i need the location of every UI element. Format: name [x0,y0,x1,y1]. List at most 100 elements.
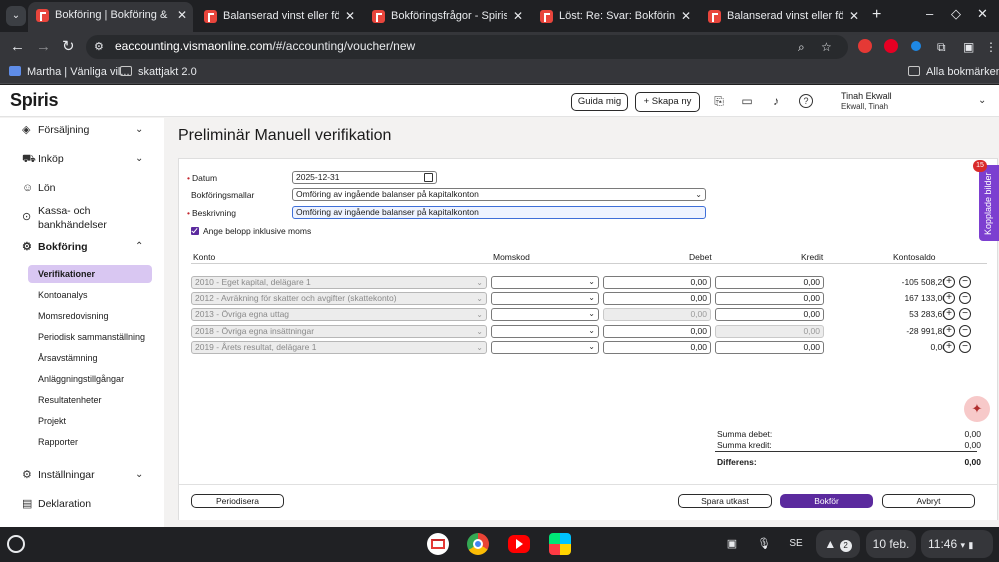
back-icon[interactable]: ← [10,38,25,56]
sidebar-sub-verifikationer[interactable]: Verifikationer [28,265,152,283]
chat-icon[interactable]: ▭ [740,94,754,108]
datum-input[interactable]: 2025-12-31 [292,171,437,184]
remove-row-icon[interactable]: − [959,276,971,288]
sidebar-sub-rapporter[interactable]: Rapporter [28,433,152,451]
add-row-icon[interactable]: + [943,276,955,288]
remove-row-icon[interactable]: − [959,308,971,320]
kredit-input[interactable]: 0,00 [715,276,824,289]
close-tab-icon[interactable]: ✕ [681,4,691,28]
momskod-select[interactable]: ⌄ [491,325,599,338]
add-row-icon[interactable]: + [943,308,955,320]
chevron-up-icon[interactable]: ⌃ [135,241,143,252]
close-tab-icon[interactable]: ✕ [177,2,187,28]
kopplade-bilder-tab[interactable]: Kopplade bilder [979,165,999,241]
mallar-select[interactable]: Omföring av ingående balanser på kapital… [292,188,706,201]
bookmark-martha[interactable]: Martha | Vänliga vil... [9,66,130,78]
play-store-icon[interactable] [549,533,571,555]
all-bookmarks-button[interactable]: Alla bokmärken [908,66,999,78]
bookmark-folder-skattjakt[interactable]: skattjakt 2.0 [120,66,197,78]
status-area[interactable]: 11:46 ▾ ▮ [921,530,993,558]
chevron-down-icon[interactable]: ⌄ [135,124,143,135]
spara-utkast-button[interactable]: Spara utkast [678,494,772,508]
help-icon[interactable]: ? [799,94,813,108]
extension-blue-icon[interactable] [911,41,921,51]
sidebar-sub-resultatenheter[interactable]: Resultatenheter [28,391,152,409]
gmail-icon[interactable] [427,533,449,555]
momskod-select[interactable]: ⌄ [491,292,599,305]
date-display[interactable]: 10 feb. [866,530,916,558]
new-tab-icon[interactable]: + [872,4,881,26]
bookmark-star-icon[interactable]: ☆ [821,40,832,54]
avbryt-button[interactable]: Avbryt [882,494,975,508]
remove-row-icon[interactable]: − [959,325,971,337]
guide-me-button[interactable]: Guida mig [571,93,628,111]
chrome-menu-icon[interactable]: ⋮ [985,40,997,54]
bell-icon[interactable]: ♪ [769,94,783,108]
site-info-icon[interactable]: ⚙ [94,40,108,54]
remove-row-icon[interactable]: − [959,341,971,353]
user-name[interactable]: Tinah Ekwall [841,91,892,101]
sidebar-sub-anlaggning[interactable]: Anläggningstillgångar [28,370,152,388]
pinterest-icon[interactable] [884,39,898,53]
spiris-logo[interactable]: Spiris [10,90,59,111]
chrome-icon[interactable] [467,533,489,555]
calendar-icon[interactable] [424,173,433,182]
sidebar-sub-projekt[interactable]: Projekt [28,412,152,430]
browser-tab[interactable]: Löst: Re: Svar: Bokföring av ä ✕ [532,4,697,28]
konto-select[interactable]: 2010 - Eget kapital, delägare 1 ⌄ [191,276,487,289]
debet-input[interactable]: 0,00 [603,325,711,338]
launcher-icon[interactable] [7,535,25,553]
konto-select[interactable]: 2012 - Avräkning för skatter och avgifte… [191,292,487,305]
sidebar-sub-momsredovisning[interactable]: Momsredovisning [28,307,152,325]
remove-row-icon[interactable]: − [959,292,971,304]
extensions-puzzle-icon[interactable]: ⧉ [937,40,946,55]
close-tab-icon[interactable]: ✕ [849,4,859,28]
reload-icon[interactable]: ↻ [62,38,75,56]
address-bar[interactable]: ⚙ eaccounting.vismaonline.com/#/accounti… [86,35,848,59]
close-window-icon[interactable]: ✕ [977,6,988,22]
browser-tab-active[interactable]: Bokföring | Bokföring & Faktu ✕ [28,2,193,32]
debet-input[interactable]: 0,00 [603,341,711,354]
kredit-input[interactable]: 0,00 [715,341,824,354]
konto-select[interactable]: 2013 - Övriga egna uttag ⌄ [191,308,487,321]
zoom-search-icon[interactable]: ⌕ [798,40,805,55]
tab-search-button[interactable]: ⌄ [6,6,26,26]
bokfor-button[interactable]: Bokför [780,494,873,508]
add-row-icon[interactable]: + [943,325,955,337]
forward-icon[interactable]: → [36,38,51,56]
konto-select[interactable]: 2019 - Årets resultat, delägare 1 ⌄ [191,341,487,354]
kredit-input[interactable]: 0,00 [715,308,824,321]
momskod-select[interactable]: ⌄ [491,341,599,354]
periodisera-button[interactable]: Periodisera [191,494,284,508]
debet-input[interactable]: 0,00 [603,276,711,289]
microphone-icon[interactable]: 🎙 [757,534,771,554]
input-method-indicator[interactable]: SE [787,534,805,554]
konto-select[interactable]: 2018 - Övriga egna insättningar ⌄ [191,325,487,338]
moms-checkbox[interactable] [191,227,199,235]
notification-tray[interactable]: ▲ 2 [816,530,860,558]
sidebar-sub-arsavstamning[interactable]: Årsavstämning [28,349,152,367]
add-row-icon[interactable]: + [943,341,955,353]
profile-icon[interactable]: ▣ [963,40,974,54]
add-row-icon[interactable]: + [943,292,955,304]
close-tab-icon[interactable]: ✕ [513,4,523,28]
browser-tab[interactable]: Bokföringsfrågor - Spiris foru ✕ [364,4,529,28]
maximize-icon[interactable]: ◇ [951,6,961,22]
momskod-select[interactable]: ⌄ [491,308,599,321]
minimize-icon[interactable]: – [926,6,933,21]
sidebar-sub-periodisk[interactable]: Periodisk sammanställning [28,328,152,346]
screenshot-icon[interactable]: ▣ [724,534,740,554]
chevron-down-icon[interactable]: ⌄ [135,153,143,164]
close-tab-icon[interactable]: ✕ [345,4,355,28]
kredit-input[interactable]: 0,00 [715,292,824,305]
extension-red-icon[interactable] [858,39,872,53]
browser-tab[interactable]: Balanserad vinst eller förlust ✕ [700,4,865,28]
momskod-select[interactable]: ⌄ [491,276,599,289]
beskrivning-input[interactable]: Omföring av ingående balanser på kapital… [292,206,706,219]
sidebar-sub-kontoanalys[interactable]: Kontoanalys [28,286,152,304]
ai-assistant-sparkle-icon[interactable]: ✦ [964,396,990,422]
chevron-down-icon[interactable]: ⌄ [978,95,986,106]
chevron-down-icon[interactable]: ⌄ [135,469,143,480]
youtube-icon[interactable] [508,535,530,553]
debet-input[interactable]: 0,00 [603,292,711,305]
